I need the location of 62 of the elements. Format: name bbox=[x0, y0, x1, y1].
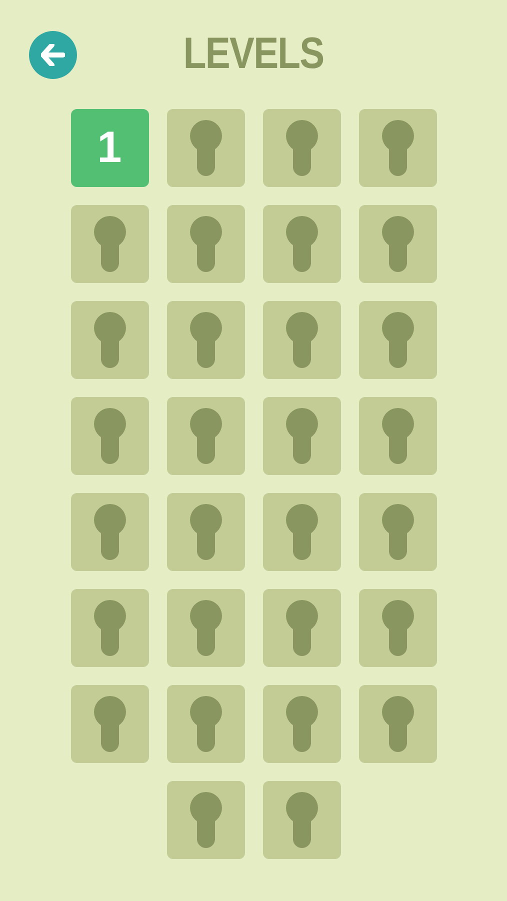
keyhole-icon bbox=[94, 216, 126, 272]
keyhole-icon bbox=[286, 792, 318, 848]
locked-level-tile[interactable] bbox=[262, 685, 340, 763]
locked-level-tile[interactable] bbox=[166, 493, 244, 571]
keyhole-icon bbox=[382, 120, 414, 176]
keyhole-icon bbox=[94, 312, 126, 368]
back-arrow-icon bbox=[41, 44, 65, 66]
locked-level-tile[interactable] bbox=[70, 397, 148, 475]
locked-level-tile[interactable] bbox=[358, 493, 436, 571]
locked-level-tile[interactable] bbox=[70, 685, 148, 763]
locked-level-tile[interactable] bbox=[166, 589, 244, 667]
keyhole-icon bbox=[286, 600, 318, 656]
keyhole-icon bbox=[190, 312, 222, 368]
locked-level-tile[interactable] bbox=[262, 493, 340, 571]
locked-level-tile[interactable] bbox=[70, 205, 148, 283]
keyhole-icon bbox=[190, 216, 222, 272]
locked-level-tile[interactable] bbox=[358, 589, 436, 667]
locked-level-tile[interactable] bbox=[358, 397, 436, 475]
keyhole-icon bbox=[286, 408, 318, 464]
keyhole-icon bbox=[190, 792, 222, 848]
locked-level-tile[interactable] bbox=[358, 205, 436, 283]
locked-level-tile[interactable] bbox=[70, 589, 148, 667]
keyhole-icon bbox=[190, 600, 222, 656]
keyhole-icon bbox=[190, 696, 222, 752]
locked-level-tile[interactable] bbox=[262, 781, 340, 859]
locked-level-tile[interactable] bbox=[166, 109, 244, 187]
keyhole-icon bbox=[94, 600, 126, 656]
keyhole-icon bbox=[382, 216, 414, 272]
locked-level-tile[interactable] bbox=[70, 301, 148, 379]
locked-level-tile[interactable] bbox=[262, 589, 340, 667]
keyhole-icon bbox=[286, 216, 318, 272]
locked-level-tile[interactable] bbox=[262, 301, 340, 379]
locked-level-tile[interactable] bbox=[166, 397, 244, 475]
locked-level-tile[interactable] bbox=[358, 301, 436, 379]
keyhole-icon bbox=[94, 696, 126, 752]
locked-level-tile[interactable] bbox=[166, 205, 244, 283]
keyhole-icon bbox=[286, 504, 318, 560]
keyhole-icon bbox=[190, 120, 222, 176]
locked-level-tile[interactable] bbox=[166, 685, 244, 763]
level-button[interactable]: 1 bbox=[70, 109, 148, 187]
locked-level-tile[interactable] bbox=[358, 109, 436, 187]
screen-title: LEVELS bbox=[183, 28, 324, 78]
locked-level-tile[interactable] bbox=[70, 493, 148, 571]
keyhole-icon bbox=[94, 408, 126, 464]
keyhole-icon bbox=[94, 504, 126, 560]
keyhole-icon bbox=[382, 600, 414, 656]
locked-level-tile[interactable] bbox=[262, 109, 340, 187]
keyhole-icon bbox=[382, 408, 414, 464]
keyhole-icon bbox=[382, 312, 414, 368]
keyhole-icon bbox=[190, 408, 222, 464]
locked-level-tile[interactable] bbox=[166, 781, 244, 859]
locked-level-tile[interactable] bbox=[262, 205, 340, 283]
keyhole-icon bbox=[382, 504, 414, 560]
locked-level-tile[interactable] bbox=[358, 685, 436, 763]
locked-level-tile[interactable] bbox=[262, 397, 340, 475]
keyhole-icon bbox=[286, 120, 318, 176]
locked-level-tile[interactable] bbox=[166, 301, 244, 379]
keyhole-icon bbox=[382, 696, 414, 752]
keyhole-icon bbox=[286, 312, 318, 368]
back-button[interactable] bbox=[29, 31, 77, 79]
keyhole-icon bbox=[190, 504, 222, 560]
keyhole-icon bbox=[286, 696, 318, 752]
